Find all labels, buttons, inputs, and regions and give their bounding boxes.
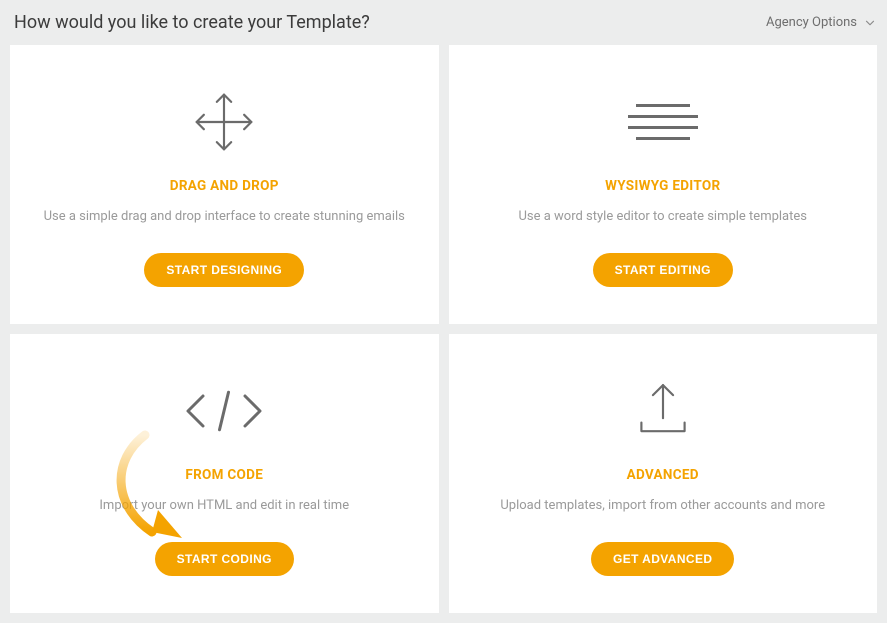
get-advanced-button[interactable]: GET ADVANCED <box>591 542 734 576</box>
card-description: Use a word style editor to create simple… <box>518 208 807 226</box>
card-drag-and-drop: DRAG AND DROP Use a simple drag and drop… <box>10 45 439 324</box>
card-advanced: ADVANCED Upload templates, import from o… <box>449 334 878 613</box>
card-title: FROM CODE <box>185 467 263 483</box>
card-from-code: FROM CODE Import your own HTML and edit … <box>10 334 439 613</box>
page-header: How would you like to create your Templa… <box>0 0 887 45</box>
start-designing-button[interactable]: START DESIGNING <box>144 253 304 287</box>
upload-icon <box>627 371 699 451</box>
card-description: Upload templates, import from other acco… <box>500 497 825 515</box>
text-lines-icon <box>628 82 698 162</box>
code-brackets-icon <box>179 371 269 451</box>
start-editing-button[interactable]: START EDITING <box>593 253 733 287</box>
template-option-grid: DRAG AND DROP Use a simple drag and drop… <box>0 45 887 623</box>
chevron-down-icon <box>863 16 877 30</box>
annotation-arrow-icon <box>110 430 190 550</box>
card-description: Use a simple drag and drop interface to … <box>44 208 405 226</box>
page-title: How would you like to create your Templa… <box>14 12 370 33</box>
start-coding-button[interactable]: START CODING <box>155 542 294 576</box>
card-title: DRAG AND DROP <box>170 178 279 194</box>
card-title: ADVANCED <box>627 467 699 483</box>
move-arrows-icon <box>188 82 260 162</box>
card-description: Import your own HTML and edit in real ti… <box>99 497 349 515</box>
agency-options-label: Agency Options <box>766 15 857 30</box>
card-wysiwyg-editor: WYSIWYG EDITOR Use a word style editor t… <box>449 45 878 324</box>
card-title: WYSIWYG EDITOR <box>605 178 720 194</box>
agency-options-dropdown[interactable]: Agency Options <box>766 15 877 30</box>
